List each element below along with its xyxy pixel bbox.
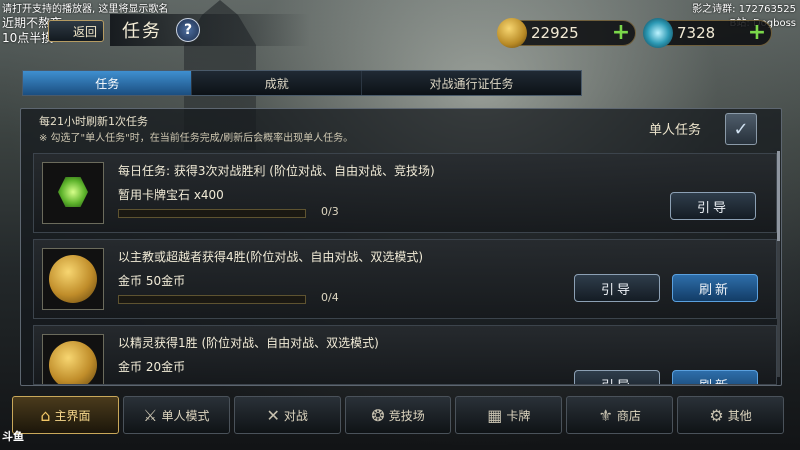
home-icon: ⌂ [40, 405, 51, 425]
tab-bar: 任务 成就 对战通行证任务 [22, 70, 582, 96]
emerald-gem-icon [58, 177, 88, 207]
mission-progress-text: 0/3 [321, 205, 339, 218]
nav-label: 主界面 [54, 408, 91, 423]
mission-title: 以精灵获得1胜 (阶位对战、自由对战、双选模式) [118, 336, 379, 350]
gold-currency: 22925 + [497, 18, 636, 48]
crystal-amount: 7328 [677, 24, 716, 42]
mission-item: 每日任务: 获得3次对战胜利 (阶位对战、自由对战、竞技场) 暂用卡牌宝石 x4… [33, 153, 777, 233]
tab-battle-pass-missions[interactable]: 对战通行证任务 [362, 71, 581, 95]
nav-battle[interactable]: ✕ 对战 [233, 396, 341, 434]
crystal-currency: 7328 + [643, 18, 772, 48]
nav-label: 商店 [616, 408, 641, 423]
other-icon: ⚙ [709, 405, 724, 425]
add-gold-button[interactable]: + [611, 22, 631, 44]
nav-solo-mode[interactable]: ⚔ 单人模式 [122, 396, 230, 434]
mission-panel: 每21小时刷新1次任务 ※ 勾选了"单人任务"时，在当前任务完成/刷新后会概率出… [20, 108, 782, 386]
mission-item: 以主教或超越者获得4胜(阶位对战、自由对战、双选模式) 金币 50金币 0/4 … [33, 239, 777, 319]
nav-label: 对战 [283, 408, 308, 423]
solo-mission-checkbox[interactable]: ✓ [725, 113, 757, 145]
mission-progress-bar [118, 209, 306, 218]
gold-coins-icon [49, 341, 97, 384]
nav-label: 卡牌 [506, 408, 531, 423]
mission-icon [42, 334, 104, 384]
nav-arena[interactable]: ❂ 竞技场 [344, 396, 452, 434]
crystal-icon [643, 18, 673, 48]
mission-icon [42, 162, 104, 224]
mission-reward: 金币 50金币 [118, 274, 186, 288]
mission-icon [42, 248, 104, 310]
refresh-button[interactable]: 刷新 [672, 370, 758, 384]
nav-other[interactable]: ⚙ 其他 [677, 396, 785, 434]
nav-shop[interactable]: ⚜ 商店 [566, 396, 674, 434]
tab-missions[interactable]: 任务 [23, 71, 193, 95]
shop-icon: ⚜ [598, 405, 613, 425]
back-button[interactable]: 返回 [48, 20, 104, 42]
mission-progress-text: 0/4 [321, 291, 339, 304]
arena-icon: ❂ [371, 405, 385, 425]
crossed-swords-icon: ✕ [266, 405, 280, 425]
gold-amount: 22925 [531, 24, 579, 42]
title-bar: 任务 ? [110, 14, 310, 46]
scrollbar-thumb[interactable] [777, 151, 780, 241]
stream-overlay-song: 请打开支持的播放器, 这里将显示歌名 [2, 4, 169, 15]
sword-icon: ⚔ [143, 405, 158, 425]
stream-overlay-schedule-2: 10点半摸 [2, 31, 54, 45]
gold-coins-icon [49, 255, 97, 303]
mission-reward: 金币 20金币 [118, 360, 186, 374]
tab-achievements[interactable]: 成就 [192, 71, 362, 95]
douyu-logo: 斗鱼 [2, 430, 24, 443]
refresh-note: 每21小时刷新1次任务 [39, 115, 148, 128]
back-button-label: 返回 [72, 24, 97, 39]
guide-button[interactable]: 引导 [574, 274, 660, 302]
add-crystal-button[interactable]: + [747, 22, 767, 44]
gold-coin-icon [497, 18, 527, 48]
guide-button[interactable]: 引导 [574, 370, 660, 384]
page-title: 任务 [122, 21, 162, 42]
refresh-button[interactable]: 刷新 [672, 274, 758, 302]
mission-item: 以精灵获得1胜 (阶位对战、自由对战、双选模式) 金币 20金币 引导 刷新 [33, 325, 777, 385]
cards-icon: ▦ [487, 405, 503, 425]
nav-label: 其他 [727, 408, 752, 423]
nav-home[interactable]: ⌂ 主界面 [12, 396, 119, 434]
mission-scrollbar[interactable] [777, 151, 780, 377]
mission-reward: 暂用卡牌宝石 x400 [118, 188, 224, 202]
nav-label: 竞技场 [388, 408, 425, 423]
mission-title: 每日任务: 获得3次对战胜利 (阶位对战、自由对战、竞技场) [118, 164, 435, 178]
nav-label: 单人模式 [161, 408, 210, 423]
solo-mission-label: 单人任务 [649, 123, 702, 138]
nav-cards[interactable]: ▦ 卡牌 [455, 396, 563, 434]
mission-progress-bar [118, 295, 306, 304]
mission-title: 以主教或超越者获得4胜(阶位对战、自由对战、双选模式) [118, 250, 424, 264]
bottom-nav: ⌂ 主界面 ⚔ 单人模式 ✕ 对战 ❂ 竞技场 ▦ 卡牌 ⚜ 商店 ⚙ 其他 [12, 396, 785, 434]
stream-overlay-group: 影之诗群: 172763525 [692, 4, 796, 15]
guide-button[interactable]: 引导 [670, 192, 756, 220]
help-icon[interactable]: ? [176, 18, 200, 42]
hint-note: ※ 勾选了"单人任务"时，在当前任务完成/刷新后会概率出现单人任务。 [39, 133, 354, 144]
